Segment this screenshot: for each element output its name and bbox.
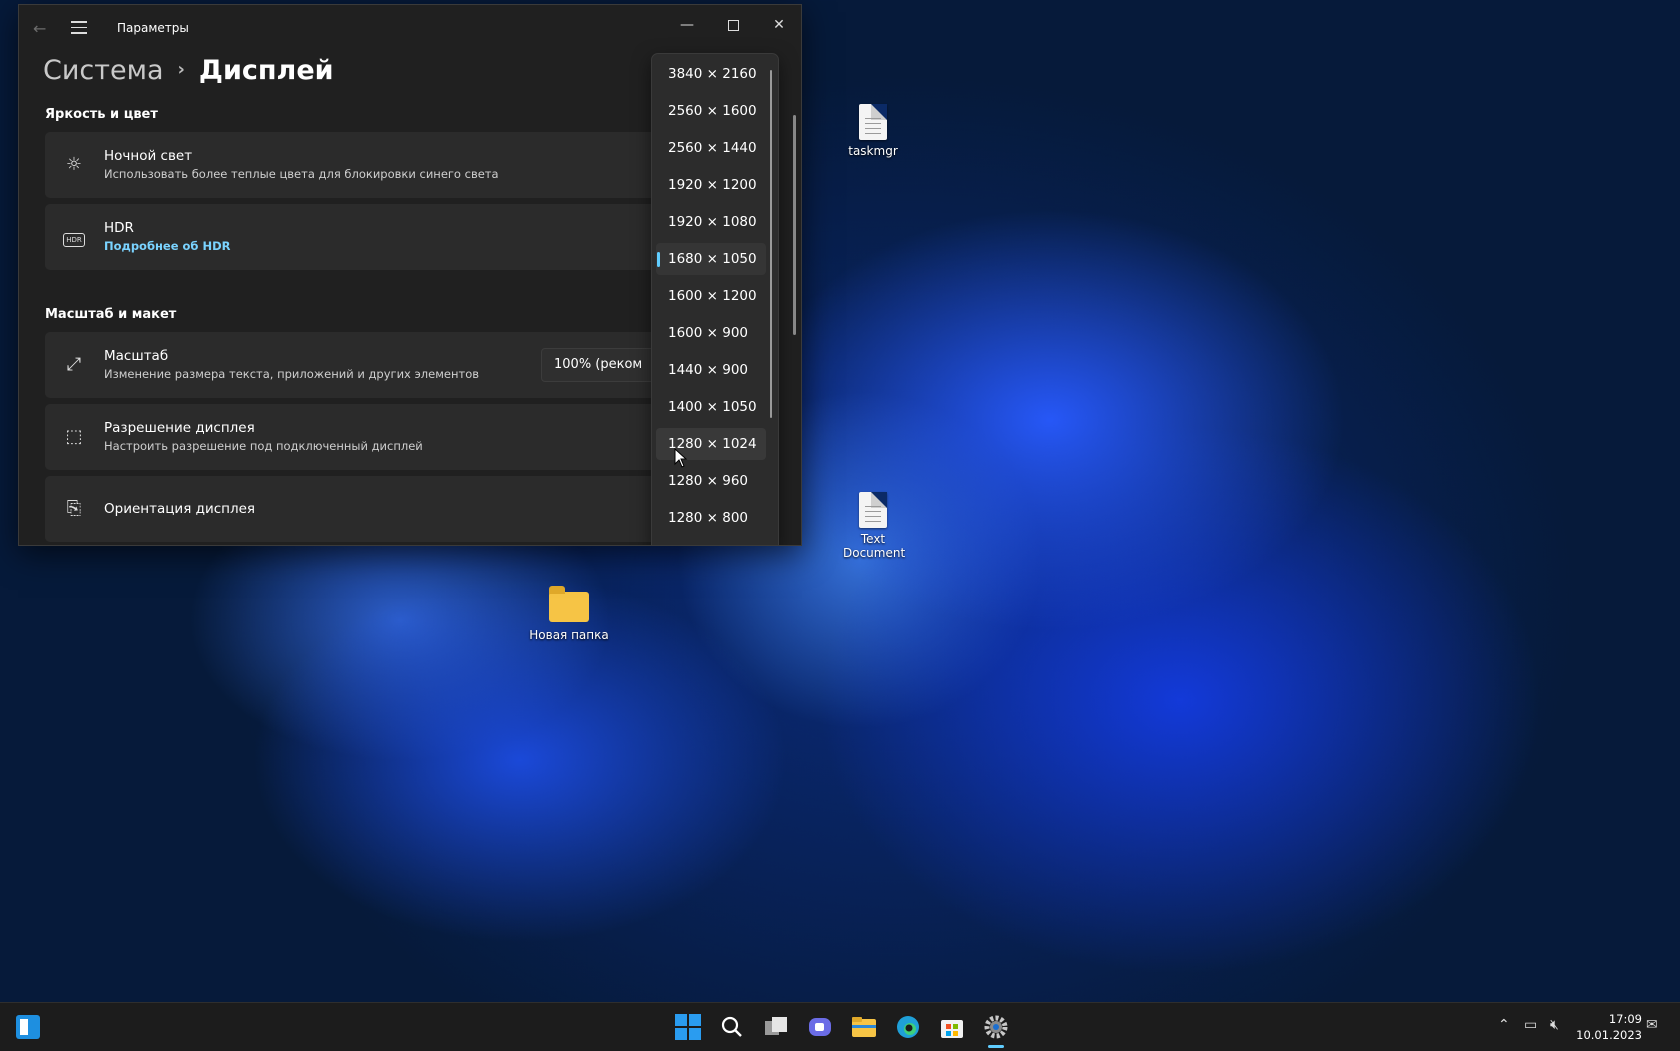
card-subtitle: Использовать более теплые цвета для блок… <box>104 167 499 181</box>
network-icon[interactable]: ▭ <box>1524 1017 1537 1033</box>
settings-icon[interactable] <box>982 1013 1010 1041</box>
dropdown-scrollbar[interactable] <box>770 70 772 418</box>
breadcrumb: Система › Дисплей <box>43 55 334 86</box>
chevron-right-icon: › <box>177 59 185 80</box>
resolution-dropdown-list[interactable]: 3840 × 2160 2560 × 1600 2560 × 1440 1920… <box>651 53 779 545</box>
resolution-option-selected[interactable]: 1680 × 1050 <box>656 243 766 275</box>
hdr-icon: HDR <box>63 226 85 248</box>
resolution-option[interactable]: 3840 × 2160 <box>656 58 766 90</box>
resolution-option[interactable]: 1280 × 800 <box>656 502 766 534</box>
resolution-option[interactable]: 1920 × 1080 <box>656 206 766 238</box>
hamburger-menu-icon[interactable] <box>71 21 87 38</box>
close-icon[interactable]: ✕ <box>759 13 799 37</box>
card-title: Ночной свет <box>104 148 193 164</box>
task-view-icon[interactable] <box>762 1013 790 1041</box>
sun-icon: ☼ <box>65 154 83 175</box>
folder-icon <box>549 586 589 622</box>
orientation-icon: ⎘ <box>66 498 82 519</box>
chat-icon[interactable] <box>806 1013 834 1041</box>
section-heading-scale-layout: Масштаб и макет <box>45 307 177 322</box>
resolution-option[interactable]: 1920 × 1200 <box>656 169 766 201</box>
resolution-option[interactable]: 1440 × 900 <box>656 354 766 386</box>
document-icon <box>859 492 887 528</box>
window-title: Параметры <box>117 21 189 35</box>
scale-dropdown[interactable]: 100% (реком <box>541 348 665 382</box>
resolution-option[interactable]: 1400 × 1050 <box>656 391 766 423</box>
desktop-icon-label: Text Document <box>843 532 906 560</box>
section-heading-brightness: Яркость и цвет <box>45 107 158 122</box>
resolution-option[interactable]: 1280 × 960 <box>656 465 766 497</box>
clock-time: 17:09 <box>1608 1012 1642 1026</box>
breadcrumb-system[interactable]: Система <box>43 55 164 86</box>
clock-date: 10.01.2023 <box>1576 1028 1642 1042</box>
page-title: Дисплей <box>198 55 334 86</box>
hdr-learn-more-link[interactable]: Подробнее об HDR <box>104 239 230 253</box>
active-app-indicator <box>988 1045 1004 1048</box>
resolution-option-hovered[interactable]: 1280 × 1024 <box>656 428 766 460</box>
start-icon[interactable] <box>674 1013 702 1041</box>
desktop-icon-taskmgr[interactable]: taskmgr <box>828 104 918 158</box>
store-icon[interactable] <box>938 1013 966 1041</box>
desktop-icon-text-document[interactable]: Text Document <box>828 492 918 560</box>
window-scrollbar[interactable] <box>793 115 796 335</box>
chevron-up-icon[interactable]: ⌃ <box>1498 1017 1510 1033</box>
card-subtitle: Настроить разрешение под подключенный ди… <box>104 439 423 453</box>
resolution-option[interactable]: 1600 × 900 <box>656 317 766 349</box>
desktop-icon-label: Новая папка <box>529 628 609 642</box>
resolution-option[interactable]: 2560 × 1440 <box>656 132 766 164</box>
system-clock[interactable]: 17:09 10.01.2023 <box>1576 1011 1642 1043</box>
desktop-icon-label: taskmgr <box>848 144 898 158</box>
file-explorer-icon[interactable] <box>850 1013 878 1041</box>
card-title: Масштаб <box>104 348 169 364</box>
search-icon[interactable] <box>718 1013 746 1041</box>
card-title: HDR <box>104 220 134 236</box>
document-icon <box>859 104 887 140</box>
minimize-icon[interactable]: — <box>667 13 707 37</box>
desktop-icon-new-folder[interactable]: Новая папка <box>524 586 614 642</box>
card-subtitle: Изменение размера текста, приложений и д… <box>104 367 480 381</box>
back-arrow-icon[interactable]: ← <box>33 19 46 38</box>
maximize-icon[interactable] <box>713 13 753 37</box>
mouse-cursor-icon <box>674 448 688 468</box>
widgets-icon[interactable] <box>16 1015 40 1039</box>
card-title: Ориентация дисплея <box>104 501 256 517</box>
resolution-option[interactable]: 1600 × 1200 <box>656 280 766 312</box>
resolution-icon: ⬚ <box>65 426 83 447</box>
edge-icon[interactable] <box>894 1013 922 1041</box>
taskbar: ⌃ ▭ 🔇︎ 17:09 10.01.2023 ✉ <box>0 1002 1680 1051</box>
volume-muted-icon[interactable]: 🔇︎ <box>1550 1017 1559 1033</box>
scale-icon: ⤢ <box>66 354 82 375</box>
resolution-option[interactable]: 2560 × 1600 <box>656 95 766 127</box>
title-bar: ← Параметры — ✕ <box>19 5 801 51</box>
notification-icon[interactable]: ✉ <box>1646 1017 1658 1033</box>
card-title: Разрешение дисплея <box>104 420 255 436</box>
